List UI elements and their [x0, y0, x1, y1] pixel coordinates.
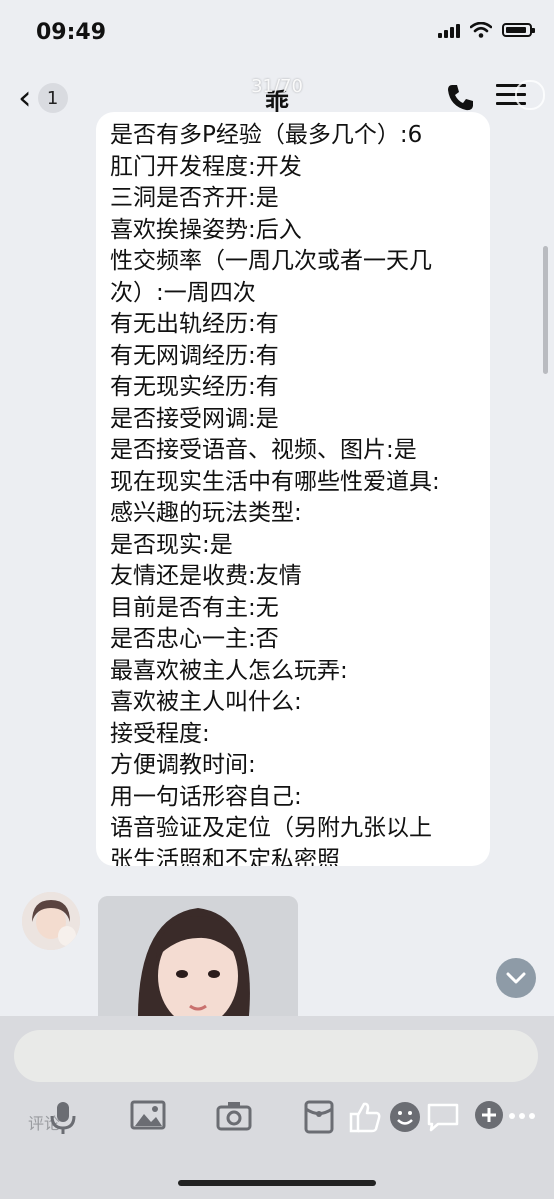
- message-line: 是否接受网调:是: [110, 405, 279, 432]
- message-line: 最喜欢被主人怎么玩弄:: [110, 657, 348, 684]
- phone-icon[interactable]: [444, 82, 476, 114]
- emoji-icon[interactable]: [388, 1100, 422, 1134]
- image-icon[interactable]: [130, 1100, 166, 1132]
- message-line: 目前是否有主:无: [110, 594, 279, 621]
- message-line: 感兴趣的玩法类型:: [110, 500, 302, 526]
- message-line: 性交频率（一周几次或者一天几: [110, 248, 432, 274]
- message-line: 是否忠心一主:否: [110, 626, 279, 652]
- status-bar: 09:49: [0, 0, 554, 64]
- scroll-down-button[interactable]: [496, 958, 536, 998]
- message-line: 有无网调经历:有: [110, 342, 279, 369]
- message-line: 语音验证及定位（另附九张以上: [110, 815, 432, 841]
- thumbs-up-icon[interactable]: [348, 1100, 382, 1134]
- message-line: 是否有多P经验（最多几个）:6: [110, 122, 423, 148]
- message-line: 接受程度:: [110, 720, 210, 747]
- bottom-bar: 评论: [0, 1016, 554, 1199]
- red-packet-icon[interactable]: [304, 1100, 334, 1134]
- message-line: 喜欢被主人叫什么:: [110, 689, 302, 715]
- message-line: 是否接受语音、视频、图片:是: [110, 437, 417, 463]
- chevron-down-icon: [506, 972, 526, 984]
- message-line: 张生活照和不定私密照: [110, 846, 340, 867]
- message-text: 是否有多P经验（最多几个）:6 肛门开发程度:开发 三洞是否齐开:是 喜欢挨操姿势:后…: [110, 120, 480, 866]
- status-icons: [438, 22, 535, 38]
- microphone-icon[interactable]: [48, 1100, 78, 1136]
- battery-icon: [502, 23, 535, 37]
- message-line: 次）:一周四次: [110, 279, 256, 306]
- signal-icon: [438, 22, 460, 38]
- plus-icon[interactable]: [474, 1100, 504, 1130]
- message-line: 方便调教时间:: [110, 752, 256, 778]
- camera-icon[interactable]: [216, 1100, 252, 1132]
- photo-message[interactable]: [98, 896, 298, 1026]
- message-line: 友情还是收费:友情: [110, 563, 302, 589]
- avatar-image: [22, 892, 80, 950]
- overlay-circle: [515, 80, 545, 110]
- message-line: 肛门开发程度:开发: [110, 153, 302, 180]
- more-icon[interactable]: [508, 1112, 536, 1120]
- message-line: 用一句话形容自己:: [110, 783, 302, 810]
- comment-icon[interactable]: [426, 1100, 460, 1134]
- status-time: 09:49: [36, 20, 107, 45]
- text-message-bubble[interactable]: 是否有多P经验（最多几个）:6 肛门开发程度:开发 三洞是否齐开:是 喜欢挨操姿势:后…: [96, 112, 490, 866]
- home-indicator: [178, 1180, 376, 1186]
- avatar[interactable]: [22, 892, 80, 950]
- message-line: 三洞是否齐开:是: [110, 185, 279, 211]
- message-line: 有无出轨经历:有: [110, 311, 279, 337]
- message-input[interactable]: [14, 1030, 538, 1082]
- scrollbar[interactable]: [543, 246, 548, 374]
- message-line: 有无现实经历:有: [110, 374, 279, 400]
- message-line: 现在现实生活中有哪些性爱道具:: [110, 468, 440, 495]
- wifi-icon: [470, 22, 492, 38]
- message-line: 是否现实:是: [110, 531, 233, 558]
- input-toolbar: 评论: [0, 1094, 554, 1154]
- photo-image: [98, 896, 298, 1026]
- message-line: 喜欢挨操姿势:后入: [110, 216, 302, 243]
